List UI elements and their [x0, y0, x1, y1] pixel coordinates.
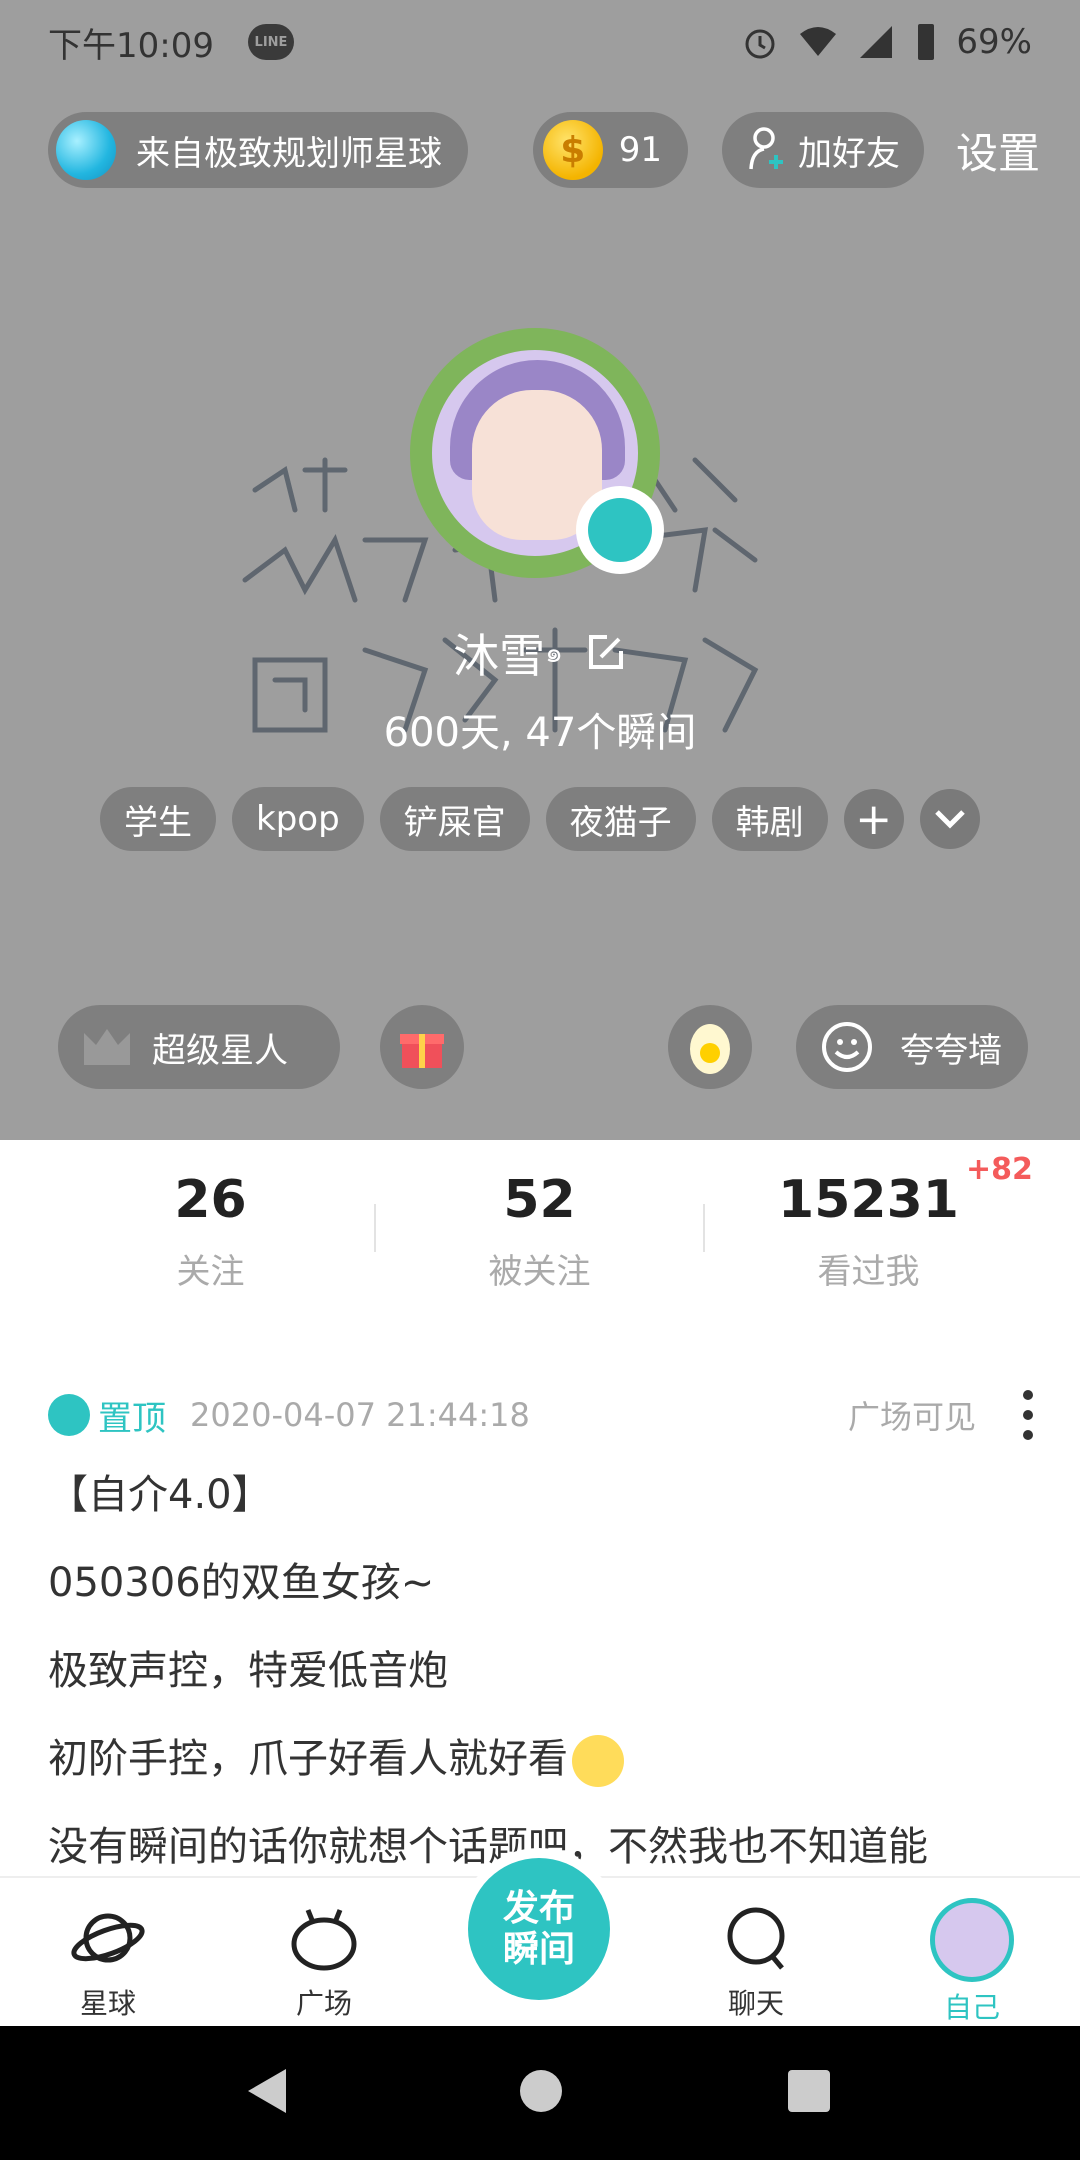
- social-stats: 26 关注 52 被关注 15231 看过我 +82: [0, 1140, 1080, 1320]
- square-nav-icon: [291, 1909, 357, 1971]
- viewers-stat[interactable]: 15231 看过我 +82: [704, 1140, 1033, 1320]
- gift-icon: [400, 1034, 444, 1068]
- status-bar: 下午10:09 LINE 69%: [0, 0, 1080, 84]
- coin-count: 91: [618, 130, 662, 170]
- following-count: 26: [174, 1170, 247, 1230]
- egg-icon: [690, 1024, 730, 1074]
- nickname-mark: ๑: [545, 636, 563, 669]
- wifi-icon: [800, 27, 837, 56]
- battery-icon: [918, 24, 935, 60]
- days-moments-summary: 600天, 47个瞬间: [383, 710, 697, 756]
- profile-header: 下午10:09 LINE 69% 来自极致规划师星球 $ 91 加好友 设置 沐…: [0, 0, 1080, 1140]
- following-stat[interactable]: 26 关注: [46, 1140, 375, 1320]
- post-line: 【自介4.0】: [48, 1472, 272, 1518]
- following-label: 关注: [176, 1252, 245, 1292]
- post-line: 050306的双鱼女孩~: [48, 1560, 435, 1606]
- add-tag-button[interactable]: +: [843, 789, 904, 849]
- praise-wall-label: 夸夸墙: [900, 1030, 1002, 1071]
- nav-square-label: 广场: [295, 1987, 352, 2020]
- nav-planet[interactable]: 星球: [48, 1898, 168, 2022]
- status-time: 下午10:09: [48, 25, 214, 66]
- profile-avatar[interactable]: [400, 318, 670, 588]
- battery-percent: 69%: [956, 22, 1032, 62]
- back-icon[interactable]: [244, 2066, 290, 2116]
- system-navigation-bar: [0, 2026, 1080, 2160]
- super-member-button[interactable]: 超级星人: [58, 1005, 340, 1089]
- alarm-icon: [745, 29, 775, 59]
- egg-button[interactable]: [668, 1005, 752, 1089]
- home-icon[interactable]: [518, 2068, 564, 2114]
- recents-icon[interactable]: [786, 2068, 832, 2114]
- followers-stat[interactable]: 52 被关注: [375, 1140, 704, 1320]
- edit-icon[interactable]: [583, 631, 627, 675]
- publish-moment-button[interactable]: 发布 瞬间: [468, 1858, 610, 2000]
- nickname: 沐雪: [453, 629, 546, 683]
- post-line: 初阶手控，爪子好看人就好看: [48, 1736, 568, 1782]
- signal-icon: [860, 26, 893, 58]
- settings-button[interactable]: 设置: [956, 120, 1040, 181]
- super-member-label: 超级星人: [152, 1030, 288, 1071]
- post-content[interactable]: 【自介4.0】 050306的双鱼女孩~ 极致声控，特爱低音炮 初阶手控，爪子好…: [48, 1462, 1048, 1902]
- chevron-down-icon: [934, 810, 965, 829]
- add-friend-label: 加好友: [797, 133, 900, 174]
- me-avatar-icon: [930, 1898, 1014, 1982]
- tag-list: 学生 kpop 铲屎官 夜猫子 韩剧 +: [100, 787, 980, 851]
- line-app-icon: LINE: [247, 24, 294, 60]
- post-header: 置顶 2020-04-07 21:44:18 广场可见: [48, 1390, 1038, 1440]
- followers-count: 52: [503, 1170, 576, 1230]
- nav-me-label: 自己: [943, 1991, 1000, 2024]
- post-line: 极致声控，特爱低音炮: [48, 1648, 448, 1694]
- nav-square[interactable]: 广场: [264, 1898, 384, 2022]
- expand-tags-button[interactable]: [919, 789, 980, 849]
- nav-chat[interactable]: 聊天: [696, 1898, 816, 2022]
- crown-icon: [84, 1029, 130, 1065]
- tag-item[interactable]: 夜猫子: [545, 787, 696, 851]
- nav-chat-label: 聊天: [727, 1987, 784, 2020]
- viewers-count: 15231: [778, 1170, 959, 1230]
- magic-wand-icon: [588, 498, 652, 562]
- pinned-label: 置顶: [98, 1398, 166, 1439]
- post-visibility: 广场可见: [847, 1398, 976, 1436]
- coins-button[interactable]: $ 91: [532, 112, 688, 188]
- followers-label: 被关注: [488, 1252, 591, 1292]
- planet-nav-icon: [71, 1913, 145, 1963]
- new-viewers-badge: +82: [966, 1152, 1033, 1187]
- coin-icon: $: [542, 120, 603, 180]
- gift-button[interactable]: [380, 1005, 464, 1089]
- add-friend-button[interactable]: 加好友: [721, 112, 924, 188]
- praise-wall-button[interactable]: 夸夸墙: [796, 1005, 1028, 1089]
- planet-icon: [56, 120, 116, 180]
- viewers-label: 看过我: [817, 1252, 920, 1292]
- more-options-icon[interactable]: [1018, 1390, 1038, 1440]
- avatar-effect-button[interactable]: [576, 486, 664, 574]
- tag-item[interactable]: 学生: [100, 787, 216, 851]
- pin-icon: [48, 1394, 90, 1436]
- home-planet-button[interactable]: 来自极致规划师星球: [48, 112, 468, 188]
- nav-me[interactable]: 自己: [912, 1898, 1032, 2026]
- bottom-navigation: 星球 广场 发布 瞬间 聊天 自己: [0, 1858, 1080, 2026]
- planet-label: 来自极致规划师星球: [136, 133, 442, 174]
- tag-item[interactable]: kpop: [232, 787, 364, 851]
- tag-item[interactable]: 铲屎官: [379, 787, 530, 851]
- add-user-icon: [749, 127, 783, 170]
- post-timestamp: 2020-04-07 21:44:18: [190, 1396, 530, 1434]
- chat-nav-icon: [727, 1907, 785, 1970]
- post-line-with-emoji: 初阶手控，爪子好看人就好看: [48, 1726, 1048, 1814]
- smiley-icon: [822, 1022, 872, 1072]
- nav-planet-label: 星球: [79, 1987, 136, 2020]
- moon-face-emoji-icon: [572, 1735, 624, 1787]
- tag-item[interactable]: 韩剧: [711, 787, 828, 851]
